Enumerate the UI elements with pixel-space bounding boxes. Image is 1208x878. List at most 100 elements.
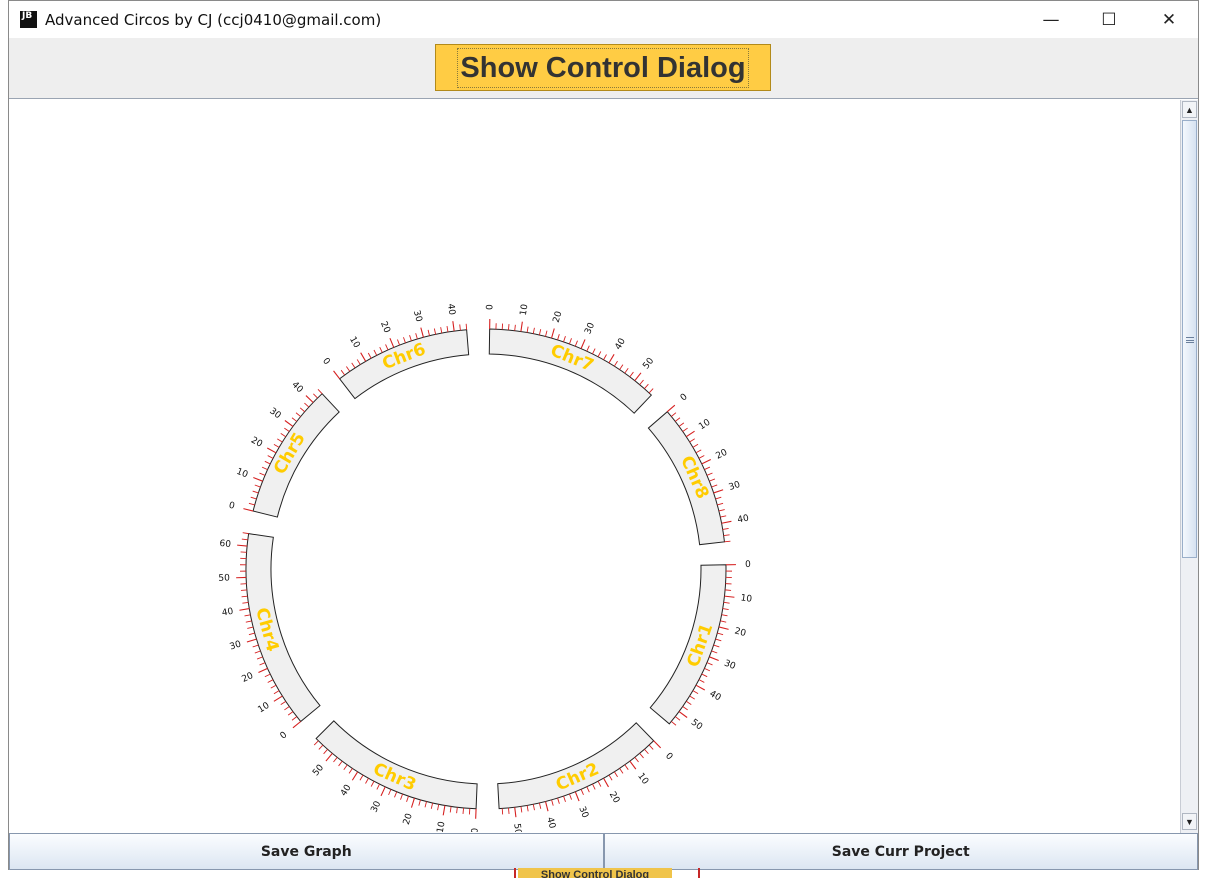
tick-mark [629,371,634,378]
tick-label: 20 [552,310,565,324]
tick-mark [689,695,695,700]
tick-label: 10 [519,303,531,316]
maximize-button[interactable]: ☐ [1080,1,1138,38]
tick-mark [400,793,403,800]
tick-mark [254,650,261,654]
tick-mark [248,502,255,506]
tick-mark [597,781,602,787]
show-control-dialog-button[interactable]: Show Control Dialog [435,44,771,91]
tick-mark [721,520,732,524]
tick-mark [246,638,257,643]
app-logo-icon: JB [20,11,37,28]
scroll-down-arrow-icon[interactable]: ▼ [1182,813,1197,830]
tick-mark [273,443,280,448]
scroll-up-arrow-icon[interactable]: ▲ [1182,101,1197,118]
tick-mark [574,791,580,802]
vertical-scrollbar[interactable]: ▲ ▼ [1180,100,1198,833]
tick-label: 10 [436,820,448,832]
tick-mark [252,644,259,648]
tick-label: 50 [218,573,230,583]
tick-mark [557,797,560,804]
tick-label: 30 [369,799,383,814]
tick-label: 50 [689,718,704,733]
tick-label: 40 [544,816,557,830]
tick-mark [266,447,277,454]
tick-mark [639,753,644,759]
save-project-button[interactable]: Save Curr Project [603,833,1198,870]
tick-mark [508,807,510,814]
tick-mark [456,807,458,814]
save-graph-button[interactable]: Save Graph [9,833,604,870]
tick-label: 30 [411,309,424,323]
tick-mark [689,438,695,443]
tick-mark [653,740,662,749]
tick-mark [291,716,298,721]
tick-mark [580,339,586,349]
tick-mark [291,417,297,422]
tick-mark [608,354,615,364]
tick-mark [313,393,318,399]
tick-mark [692,443,699,448]
tick-mark [711,484,718,488]
tick-mark [514,324,516,331]
tick-mark [385,344,389,351]
tick-mark [671,412,677,417]
tick-mark [507,324,510,331]
window-title: Advanced Circos by CJ (ccj0410@gmail.com… [45,10,382,29]
tick-label: 50 [641,356,656,371]
tick-label: 40 [613,337,628,352]
minimize-button[interactable]: — [1022,1,1080,38]
tick-mark [608,774,613,781]
tick-mark [333,757,338,763]
tick-mark [248,632,255,636]
tick-mark [323,748,328,755]
tick-label: 40 [339,783,354,798]
tick-mark [704,667,711,672]
tick-label: 0 [279,730,290,742]
tick-mark [724,595,735,598]
tick-label: 20 [240,671,255,685]
tick-label: 60 [219,539,232,550]
top-toolbar: Show Control Dialog [9,38,1198,99]
tick-mark [287,711,294,716]
scroll-thumb[interactable] [1182,120,1197,558]
tick-label: 20 [249,435,264,449]
tick-mark [706,472,713,476]
tick-label: 20 [378,320,392,335]
tick-label: 40 [708,689,723,703]
tick-mark [648,388,654,394]
tick-mark [671,721,677,726]
tick-mark [603,354,607,360]
tick-mark [520,806,523,813]
tick-mark [648,744,654,750]
tick-mark [273,690,280,695]
tick-mark [634,757,639,763]
tick-mark [715,638,722,642]
tick-mark [675,716,681,721]
tick-mark [410,797,415,808]
tick-mark [305,395,314,403]
tick-mark [244,614,251,617]
tick-mark [284,420,294,427]
tick-mark [551,799,554,806]
chromosome-band-chr3 [315,720,478,810]
tick-label: 10 [347,335,362,350]
tick-mark [563,336,566,343]
tick-mark [713,644,720,648]
tick-mark [348,768,353,774]
tick-mark [678,711,688,718]
tick-mark [722,608,729,610]
tick-mark [545,330,548,337]
tick-label: 40 [737,513,750,525]
tick-mark [723,601,730,604]
close-button[interactable]: ✕ [1140,1,1198,38]
tick-mark [258,667,268,674]
tick-mark [388,789,392,796]
tick-mark [724,540,731,543]
tick-mark [449,806,452,813]
tick-mark [250,496,257,500]
tick-mark [243,508,254,512]
tick-mark [442,805,446,816]
tick-mark [253,477,263,482]
tick-mark [725,589,732,591]
